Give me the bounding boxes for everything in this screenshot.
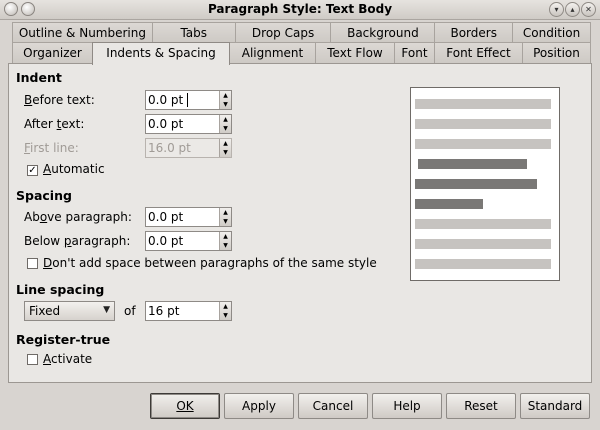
after-text-spinbox[interactable]: ▲▼ — [145, 114, 232, 134]
text-cursor — [187, 93, 188, 107]
automatic-checkbox[interactable]: ✓ — [27, 165, 38, 176]
activate-checkbox[interactable] — [27, 354, 38, 365]
tab-background[interactable]: Background — [330, 22, 436, 43]
first-line-spin-arrows: ▲ ▼ — [219, 139, 231, 157]
before-text-input[interactable] — [146, 91, 219, 109]
tab-organizer[interactable]: Organizer — [12, 42, 93, 64]
spin-up-icon: ▲ — [223, 92, 228, 99]
tab-tabs[interactable]: Tabs — [151, 22, 236, 43]
of-label: of — [124, 304, 136, 318]
above-paragraph-label: Above paragraph: — [24, 210, 132, 224]
preview-line — [415, 99, 551, 109]
apply-button[interactable]: Apply — [224, 393, 294, 419]
above-paragraph-input[interactable] — [146, 208, 219, 226]
preview-line — [415, 219, 551, 229]
title-bar: Paragraph Style: Text Body ▾ ▴ ✕ — [0, 0, 600, 20]
line-spacing-value-input[interactable] — [146, 302, 219, 320]
spin-down-icon: ▼ — [223, 312, 228, 319]
tab-font[interactable]: Font — [394, 42, 435, 64]
automatic-label[interactable]: Automatic — [43, 162, 105, 176]
tab-row-back: Outline & Numbering Tabs Drop Caps Backg… — [12, 22, 591, 43]
preview-line — [415, 259, 551, 269]
above-paragraph-spinbox[interactable]: ▲▼ — [145, 207, 232, 227]
tab-condition[interactable]: Condition — [512, 22, 591, 43]
minimize-icon[interactable]: ▾ — [549, 2, 564, 17]
tab-position[interactable]: Position — [522, 42, 591, 64]
preview-line — [418, 159, 527, 169]
below-paragraph-spinbox[interactable]: ▲▼ — [145, 231, 232, 251]
register-true-heading: Register-true — [16, 332, 111, 347]
cancel-button[interactable]: Cancel — [298, 393, 368, 419]
tab-indents-spacing[interactable]: Indents & Spacing — [92, 42, 230, 65]
before-text-label: Before text: — [24, 93, 95, 107]
spin-down-icon: ▼ — [223, 218, 228, 225]
first-line-spinbox: ▲▼ — [145, 138, 232, 158]
first-line-label: First line: — [24, 141, 79, 155]
reset-button[interactable]: Reset — [446, 393, 516, 419]
dont-add-space-label[interactable]: Don't add space between paragraphs of th… — [43, 256, 377, 270]
preview-line — [415, 199, 483, 209]
paragraph-preview — [410, 87, 560, 281]
after-text-input[interactable] — [146, 115, 219, 133]
preview-line — [415, 239, 551, 249]
before-text-spinbox[interactable]: ▲▼ — [145, 90, 232, 110]
preview-line — [415, 179, 537, 189]
tab-outline-numbering[interactable]: Outline & Numbering — [12, 22, 153, 43]
spin-up-icon: ▲ — [223, 209, 228, 216]
tab-borders[interactable]: Borders — [434, 22, 514, 43]
spin-down-icon: ▼ — [223, 149, 228, 156]
line-spacing-mode-select[interactable]: Fixed ▼ — [24, 301, 115, 321]
below-paragraph-label: Below paragraph: — [24, 234, 131, 248]
indent-heading: Indent — [16, 70, 62, 85]
chevron-down-icon: ▼ — [103, 305, 110, 315]
line-spacing-mode-value: Fixed — [29, 304, 61, 318]
spin-down-icon: ▼ — [223, 242, 228, 249]
first-line-input — [146, 139, 219, 157]
activate-label[interactable]: Activate — [43, 352, 92, 366]
spin-up-icon: ▲ — [223, 116, 228, 123]
standard-button[interactable]: Standard — [520, 393, 590, 419]
spin-up-icon: ▲ — [223, 233, 228, 240]
dont-add-space-checkbox[interactable] — [27, 258, 38, 269]
close-icon[interactable]: ✕ — [581, 2, 596, 17]
spin-up-icon: ▲ — [223, 140, 228, 147]
tab-row-front: Organizer Indents & Spacing Alignment Te… — [12, 42, 591, 65]
help-button[interactable]: Help — [372, 393, 442, 419]
after-text-spin-arrows[interactable]: ▲ ▼ — [219, 115, 231, 133]
before-text-spin-arrows[interactable]: ▲ ▼ — [219, 91, 231, 109]
line-spacing-value-spinbox[interactable]: ▲▼ — [145, 301, 232, 321]
maximize-icon[interactable]: ▴ — [565, 2, 580, 17]
below-paragraph-spin-arrows[interactable]: ▲ ▼ — [219, 232, 231, 250]
tab-alignment[interactable]: Alignment — [229, 42, 316, 64]
window-title: Paragraph Style: Text Body — [207, 2, 393, 16]
tab-drop-caps[interactable]: Drop Caps — [234, 22, 332, 43]
spin-up-icon: ▲ — [223, 303, 228, 310]
below-paragraph-input[interactable] — [146, 232, 219, 250]
spin-down-icon: ▼ — [223, 101, 228, 108]
ok-button[interactable]: OK — [150, 393, 220, 419]
tab-text-flow[interactable]: Text Flow — [315, 42, 395, 64]
line-spacing-spin-arrows[interactable]: ▲ ▼ — [219, 302, 231, 320]
above-paragraph-spin-arrows[interactable]: ▲ ▼ — [219, 208, 231, 226]
tab-font-effect[interactable]: Font Effect — [434, 42, 523, 64]
spin-down-icon: ▼ — [223, 125, 228, 132]
preview-line — [415, 139, 551, 149]
preview-line — [415, 119, 551, 129]
spacing-heading: Spacing — [16, 188, 72, 203]
after-text-label: After text: — [24, 117, 85, 131]
line-spacing-heading: Line spacing — [16, 282, 105, 297]
